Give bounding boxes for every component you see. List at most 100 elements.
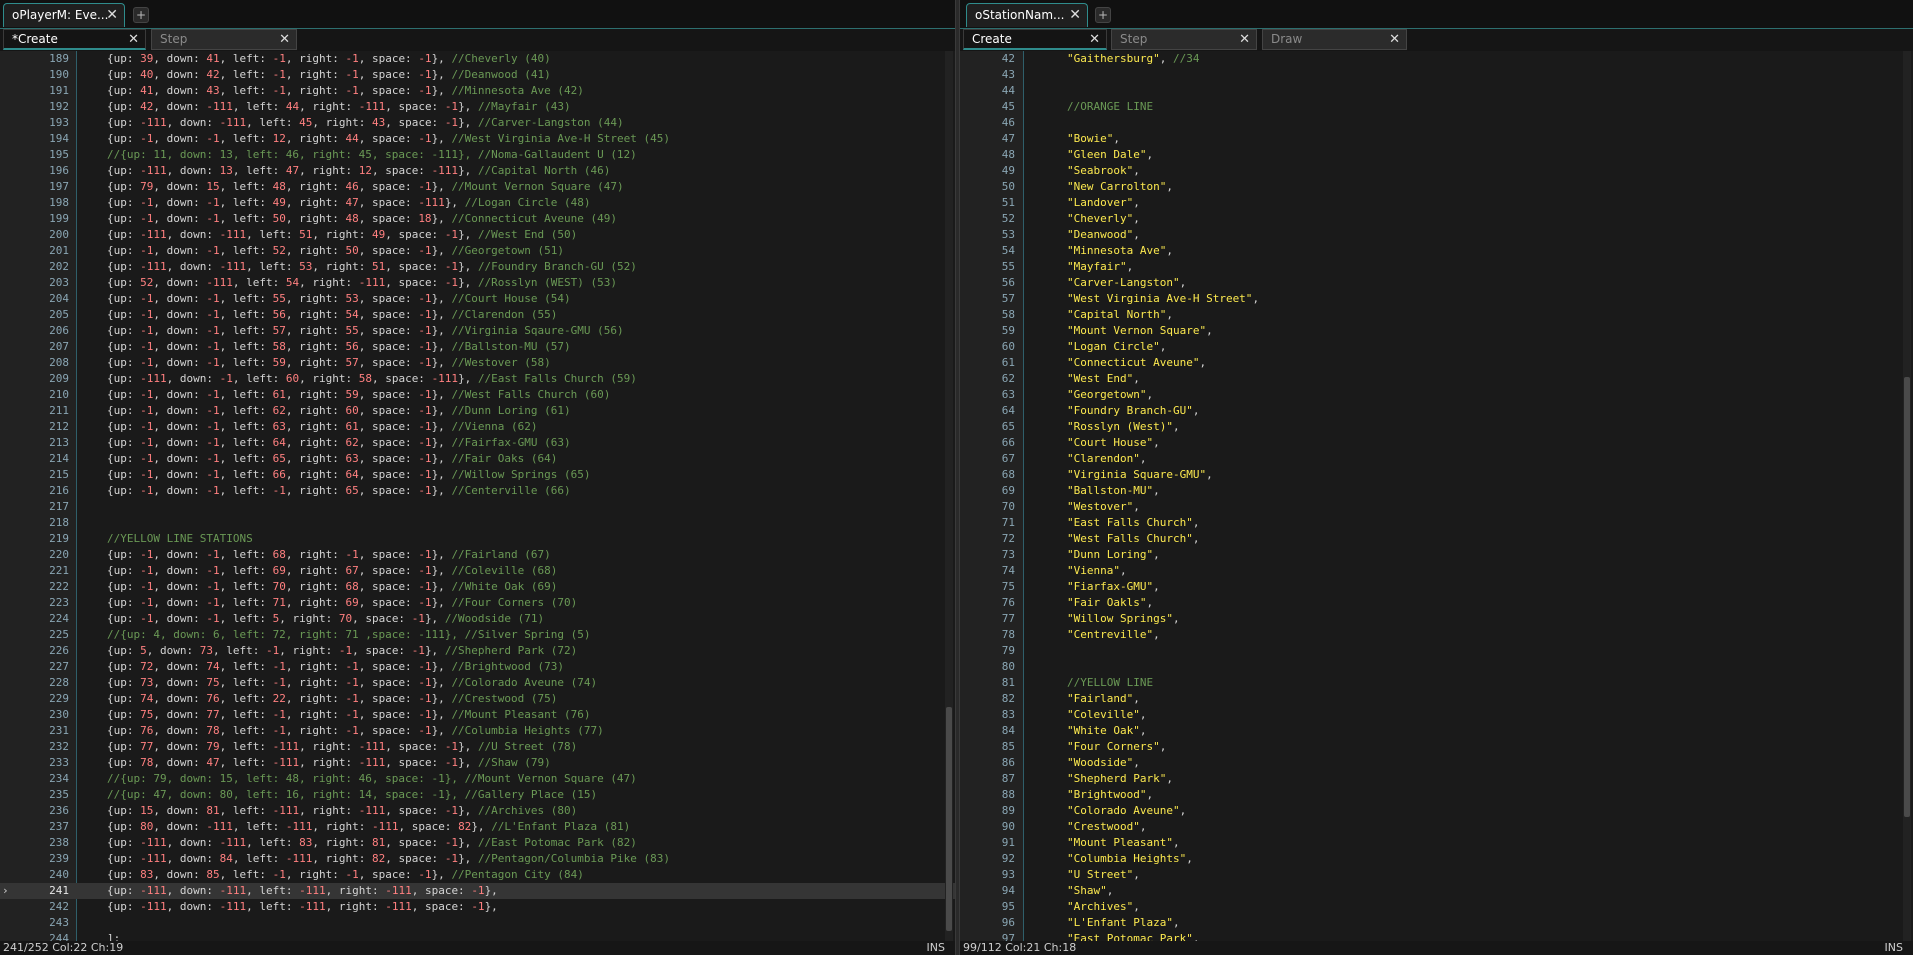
code-line[interactable]: 53 "Deanwood",	[960, 227, 1913, 243]
code-line[interactable]: 77 "Willow Springs",	[960, 611, 1913, 627]
code-editor-left[interactable]: 189 {up: 39, down: 41, left: -1, right: -…	[0, 51, 955, 941]
code-line[interactable]: 190 {up: 40, down: 42, left: -1, right: -…	[0, 67, 955, 83]
code-line[interactable]: 76 "Fair Oakls",	[960, 595, 1913, 611]
code-line[interactable]: 50 "New Carrolton",	[960, 179, 1913, 195]
code-line[interactable]: 47 "Bowie",	[960, 131, 1913, 147]
code-line[interactable]: 45 //ORANGE LINE	[960, 99, 1913, 115]
code-line[interactable]: 55 "Mayfair",	[960, 259, 1913, 275]
code-line[interactable]: 75 "Fiarfax-GMU",	[960, 579, 1913, 595]
code-line[interactable]: 198 {up: -1, down: -1, left: 49, right: 4…	[0, 195, 955, 211]
code-line[interactable]: 56 "Carver-Langston",	[960, 275, 1913, 291]
code-line[interactable]: 68 "Virginia Square-GMU",	[960, 467, 1913, 483]
close-icon[interactable]: ✕	[1089, 30, 1100, 49]
code-line[interactable]: 215 {up: -1, down: -1, left: 66, right: 6…	[0, 467, 955, 483]
code-line[interactable]: 217	[0, 499, 955, 515]
code-line[interactable]: 211 {up: -1, down: -1, left: 62, right: 6…	[0, 403, 955, 419]
code-line[interactable]: 213 {up: -1, down: -1, left: 64, right: 6…	[0, 435, 955, 451]
code-line[interactable]: 97 "East Potomac Park",	[960, 931, 1913, 941]
code-line[interactable]: 57 "West Virginia Ave-H Street",	[960, 291, 1913, 307]
code-line[interactable]: 229 {up: 74, down: 76, left: 22, right: -…	[0, 691, 955, 707]
close-icon[interactable]: ✕	[1389, 30, 1400, 49]
code-line[interactable]: 242 {up: -111, down: -111, left: -111, ri…	[0, 899, 955, 915]
code-line[interactable]: 241 › {up: -111, down: -111, left: -111, r…	[0, 883, 955, 899]
code-line[interactable]: 228 {up: 73, down: 75, left: -1, right: -…	[0, 675, 955, 691]
code-line[interactable]: 207 {up: -1, down: -1, left: 58, right: 5…	[0, 339, 955, 355]
code-line[interactable]: 220 {up: -1, down: -1, left: 68, right: -…	[0, 547, 955, 563]
code-line[interactable]: 49 "Seabrook",	[960, 163, 1913, 179]
code-line[interactable]: 231 {up: 76, down: 78, left: -1, right: -…	[0, 723, 955, 739]
code-line[interactable]: 204 {up: -1, down: -1, left: 55, right: 5…	[0, 291, 955, 307]
vertical-scrollbar[interactable]	[1903, 51, 1911, 941]
code-line[interactable]: 59 "Mount Vernon Square",	[960, 323, 1913, 339]
code-line[interactable]: 83 "Coleville",	[960, 707, 1913, 723]
code-line[interactable]: 243	[0, 915, 955, 931]
tab-draw[interactable]: Draw ✕	[1262, 29, 1407, 50]
code-line[interactable]: 225 //{up: 4, down: 6, left: 72, right: 7…	[0, 627, 955, 643]
code-line[interactable]: 238 {up: -111, down: -111, left: 83, righ…	[0, 835, 955, 851]
code-line[interactable]: 196 {up: -111, down: 13, left: 47, right:…	[0, 163, 955, 179]
code-line[interactable]: 86 "Woodside",	[960, 755, 1913, 771]
code-line[interactable]: 61 "Connecticut Aveune",	[960, 355, 1913, 371]
code-line[interactable]: 230 {up: 75, down: 77, left: -1, right: -…	[0, 707, 955, 723]
code-line[interactable]: 240 {up: 83, down: 85, left: -1, right: -…	[0, 867, 955, 883]
code-line[interactable]: 189 {up: 39, down: 41, left: -1, right: -…	[0, 51, 955, 67]
close-icon[interactable]: ✕	[1069, 4, 1081, 26]
code-line[interactable]: 80	[960, 659, 1913, 675]
code-line[interactable]: 210 {up: -1, down: -1, left: 61, right: 5…	[0, 387, 955, 403]
close-icon[interactable]: ✕	[1239, 30, 1250, 49]
code-line[interactable]: 95 "Archives",	[960, 899, 1913, 915]
code-line[interactable]: 52 "Cheverly",	[960, 211, 1913, 227]
close-icon[interactable]: ✕	[279, 30, 290, 49]
tab-create[interactable]: *Create ✕	[3, 29, 146, 50]
close-icon[interactable]: ✕	[106, 4, 118, 26]
code-line[interactable]: 201 {up: -1, down: -1, left: 52, right: 5…	[0, 243, 955, 259]
code-line[interactable]: 58 "Capital North",	[960, 307, 1913, 323]
close-icon[interactable]: ✕	[128, 30, 139, 49]
doc-tab-oplayerm[interactable]: oPlayerM: Eve... ✕	[3, 3, 125, 27]
code-line[interactable]: 235 //{up: 47, down: 80, left: 16, right:…	[0, 787, 955, 803]
code-editor-right[interactable]: 42 "Gaithersburg", //34 43 44 45 //ORANGE LIN…	[960, 51, 1913, 941]
code-line[interactable]: 85 "Four Corners",	[960, 739, 1913, 755]
code-line[interactable]: 91 "Mount Pleasant",	[960, 835, 1913, 851]
code-line[interactable]: 244];	[0, 931, 955, 941]
code-line[interactable]: 71 "East Falls Church",	[960, 515, 1913, 531]
code-line[interactable]: 218	[0, 515, 955, 531]
vertical-scrollbar[interactable]	[945, 51, 953, 941]
code-line[interactable]: 191 {up: 41, down: 43, left: -1, right: -…	[0, 83, 955, 99]
code-line[interactable]: 206 {up: -1, down: -1, left: 57, right: 5…	[0, 323, 955, 339]
code-line[interactable]: 221 {up: -1, down: -1, left: 69, right: 6…	[0, 563, 955, 579]
code-line[interactable]: 66 "Court House",	[960, 435, 1913, 451]
code-line[interactable]: 78 "Centreville",	[960, 627, 1913, 643]
code-line[interactable]: 46	[960, 115, 1913, 131]
code-line[interactable]: 72 "West Falls Church",	[960, 531, 1913, 547]
code-line[interactable]: 93 "U Street",	[960, 867, 1913, 883]
code-line[interactable]: 90 "Crestwood",	[960, 819, 1913, 835]
code-line[interactable]: 227 {up: 72, down: 74, left: -1, right: -…	[0, 659, 955, 675]
code-line[interactable]: 65 "Rosslyn (West)",	[960, 419, 1913, 435]
code-line[interactable]: 192 {up: 42, down: -111, left: 44, right:…	[0, 99, 955, 115]
code-line[interactable]: 219 //YELLOW LINE STATIONS	[0, 531, 955, 547]
code-line[interactable]: 197 {up: 79, down: 15, left: 48, right: 4…	[0, 179, 955, 195]
code-line[interactable]: 214 {up: -1, down: -1, left: 65, right: 6…	[0, 451, 955, 467]
add-tab-button[interactable]: +	[1095, 7, 1111, 23]
code-line[interactable]: 236 {up: 15, down: 81, left: -111, right:…	[0, 803, 955, 819]
code-line[interactable]: 67 "Clarendon",	[960, 451, 1913, 467]
code-line[interactable]: 224 {up: -1, down: -1, left: 5, right: 70…	[0, 611, 955, 627]
code-line[interactable]: 70 "Westover",	[960, 499, 1913, 515]
code-line[interactable]: 42 "Gaithersburg", //34	[960, 51, 1913, 67]
code-line[interactable]: 239 {up: -111, down: 84, left: -111, righ…	[0, 851, 955, 867]
tab-step[interactable]: Step ✕	[1111, 29, 1257, 50]
code-line[interactable]: 81 //YELLOW LINE	[960, 675, 1913, 691]
code-line[interactable]: 48 "Gleen Dale",	[960, 147, 1913, 163]
code-line[interactable]: 202 {up: -111, down: -111, left: 53, righ…	[0, 259, 955, 275]
scrollbar-thumb[interactable]	[1904, 377, 1910, 817]
code-line[interactable]: 63 "Georgetown",	[960, 387, 1913, 403]
code-line[interactable]: 208 {up: -1, down: -1, left: 59, right: 5…	[0, 355, 955, 371]
code-line[interactable]: 96 "L'Enfant Plaza",	[960, 915, 1913, 931]
code-line[interactable]: 43	[960, 67, 1913, 83]
code-line[interactable]: 64 "Foundry Branch-GU",	[960, 403, 1913, 419]
code-line[interactable]: 44	[960, 83, 1913, 99]
code-line[interactable]: 203 {up: 52, down: -111, left: 54, right:…	[0, 275, 955, 291]
code-line[interactable]: 88 "Brightwood",	[960, 787, 1913, 803]
code-line[interactable]: 194 {up: -1, down: -1, left: 12, right: 4…	[0, 131, 955, 147]
